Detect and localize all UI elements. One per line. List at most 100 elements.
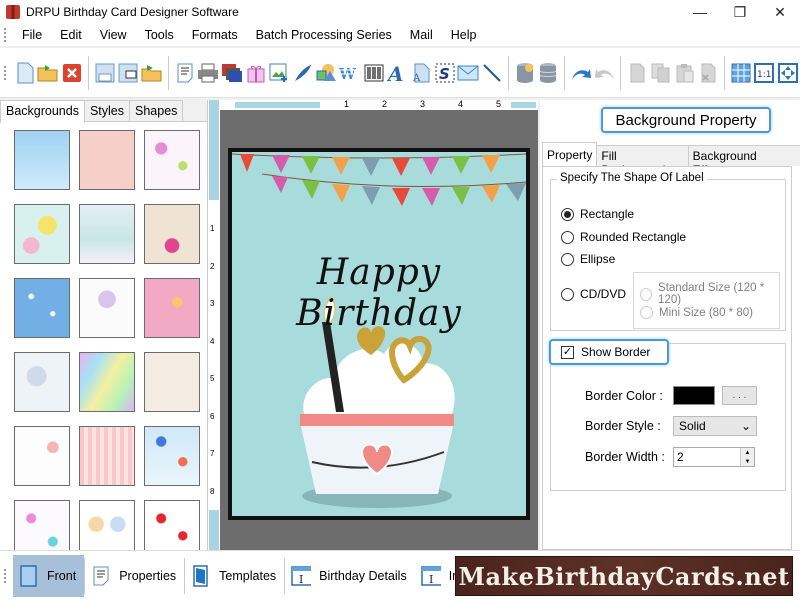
line-icon[interactable] (481, 61, 504, 85)
background-thumbnail-teddy[interactable] (144, 352, 200, 412)
background-thumbnail-rainbow-swirl[interactable] (79, 352, 135, 412)
tab-property[interactable]: Property (542, 142, 598, 166)
border-color-swatch[interactable] (673, 386, 715, 405)
property-tabs: Property Fill Background Background Effe… (542, 142, 800, 177)
bottom-tab-templates[interactable]: Templates (185, 555, 284, 597)
save-icon[interactable] (93, 61, 116, 85)
properties-icon[interactable] (173, 61, 196, 85)
new-icon[interactable] (13, 61, 36, 85)
background-thumbnail-pink-stripes-hearts[interactable] (79, 426, 135, 486)
toolbar-separator (724, 55, 725, 90)
text-icon[interactable]: A (386, 61, 409, 85)
toolbar-separator (620, 55, 622, 90)
open-template-icon[interactable] (141, 61, 164, 85)
save-as-icon[interactable] (117, 61, 140, 85)
radio-rectangle[interactable]: Rectangle (561, 207, 634, 221)
open-icon[interactable] (37, 61, 60, 85)
border-width-label: Border Width : (585, 450, 665, 464)
spin-down-icon[interactable]: ▼ (741, 457, 754, 466)
background-thumbnail-bubbles[interactable] (14, 352, 70, 412)
bottom-tab-birthday-details[interactable]: I Birthday Details (285, 555, 415, 597)
background-thumbnail-stars[interactable] (14, 278, 70, 338)
radio-button[interactable] (561, 287, 574, 301)
tab-backgrounds[interactable]: Backgrounds (0, 100, 85, 123)
minimize-button[interactable]: — (680, 0, 720, 24)
insert-image-icon[interactable] (268, 61, 291, 85)
background-thumbnail-balloons-sky[interactable] (144, 426, 200, 486)
email-icon[interactable] (457, 61, 480, 85)
multi-layer-icon[interactable] (221, 61, 244, 85)
background-thumbnail-cartoon-animals[interactable] (79, 204, 135, 264)
checkbox-checked-icon[interactable]: ✓ (561, 345, 574, 359)
menu-edit[interactable]: Edit (51, 28, 91, 42)
paste-icon[interactable] (673, 61, 696, 85)
fit-window-icon[interactable] (777, 61, 800, 85)
close-button[interactable]: ✕ (760, 0, 800, 24)
radio-label: CD/DVD (580, 287, 627, 301)
wordart-icon[interactable]: W (339, 61, 362, 85)
ruler-tick-label: 2 (382, 99, 388, 109)
radio-cd-dvd[interactable]: CD/DVD (561, 287, 626, 301)
background-thumbnail-butterflies[interactable] (144, 130, 200, 190)
bottom-tab-front[interactable]: Front (13, 554, 85, 597)
redo-icon[interactable] (593, 61, 616, 85)
radio-button[interactable] (561, 230, 574, 244)
border-width-value[interactable]: 2 (677, 450, 684, 464)
show-border-checkbox[interactable]: ✓ Show Border (549, 339, 669, 365)
menu-mail[interactable]: Mail (401, 28, 442, 42)
tab-background-effects[interactable]: Background Effects (687, 145, 800, 177)
pen-icon[interactable] (292, 61, 315, 85)
radio-button[interactable] (561, 252, 574, 266)
barcode-icon[interactable] (363, 61, 386, 85)
database-add-icon[interactable] (513, 61, 536, 85)
gift-icon[interactable] (244, 61, 267, 85)
background-thumbnail-happy-birthday-text[interactable] (14, 426, 70, 486)
shapes-icon[interactable] (315, 61, 338, 85)
radio-ellipse[interactable]: Ellipse (561, 252, 615, 266)
bottom-tab-properties[interactable]: Properties (85, 555, 184, 597)
database-icon[interactable] (537, 61, 560, 85)
toolbar-grip (4, 65, 7, 80)
background-thumbnail-bird-balloons[interactable] (144, 204, 200, 264)
birthday-card[interactable]: Happy Birthday (228, 148, 530, 520)
menu-help[interactable]: Help (442, 28, 486, 42)
delete-icon[interactable] (697, 61, 720, 85)
card-greeting-text[interactable]: Happy Birthday (232, 252, 526, 334)
undo-icon[interactable] (570, 61, 593, 85)
menu-file[interactable]: File (13, 28, 51, 42)
radio-button[interactable] (561, 207, 574, 221)
radio-rounded-rectangle[interactable]: Rounded Rectangle (561, 230, 686, 244)
menu-batch-processing[interactable]: Batch Processing Series (247, 28, 401, 42)
border-width-stepper[interactable]: 2 ▲ ▼ (673, 447, 755, 467)
menu-view[interactable]: View (91, 28, 136, 42)
border-style-select[interactable]: Solid ⌄ (673, 416, 757, 436)
tab-shapes[interactable]: Shapes (129, 100, 184, 121)
grid-icon[interactable] (729, 61, 752, 85)
menu-tools[interactable]: Tools (136, 28, 183, 42)
restore-button[interactable]: ❐ (720, 0, 760, 24)
background-thumbnail-pastel-balloons[interactable] (79, 278, 135, 338)
background-thumbnail-flowers[interactable] (14, 204, 70, 264)
background-property-button[interactable]: Background Property (601, 107, 771, 133)
background-thumbnail-clouds[interactable] (14, 130, 70, 190)
print-icon[interactable] (197, 61, 220, 85)
spin-up-icon[interactable]: ▲ (741, 448, 754, 457)
copy-icon[interactable] (650, 61, 673, 85)
horizontal-ruler: 1 2 3 4 5 (220, 99, 538, 110)
text-frame-icon[interactable]: A (410, 61, 433, 85)
tab-styles[interactable]: Styles (83, 100, 131, 121)
signature-icon[interactable]: S (433, 61, 456, 85)
border-color-browse-button[interactable]: . . . (722, 386, 757, 405)
background-thumbnail-pink-hearts[interactable] (79, 130, 135, 190)
actual-size-icon[interactable]: 1:1 (753, 61, 776, 85)
cut-icon[interactable] (626, 61, 649, 85)
close-icon[interactable] (61, 61, 84, 85)
background-thumbnail-pink-party[interactable] (144, 278, 200, 338)
tab-fill-background[interactable]: Fill Background (596, 145, 689, 177)
radio-label: Mini Size (80 * 80) (659, 306, 753, 319)
menu-formats[interactable]: Formats (183, 28, 247, 42)
bottom-tab-label: Birthday Details (319, 568, 407, 583)
radio-button (640, 287, 653, 301)
border-color-label: Border Color : (585, 388, 663, 403)
left-panel-tabs: Backgrounds Styles Shapes (0, 100, 207, 123)
